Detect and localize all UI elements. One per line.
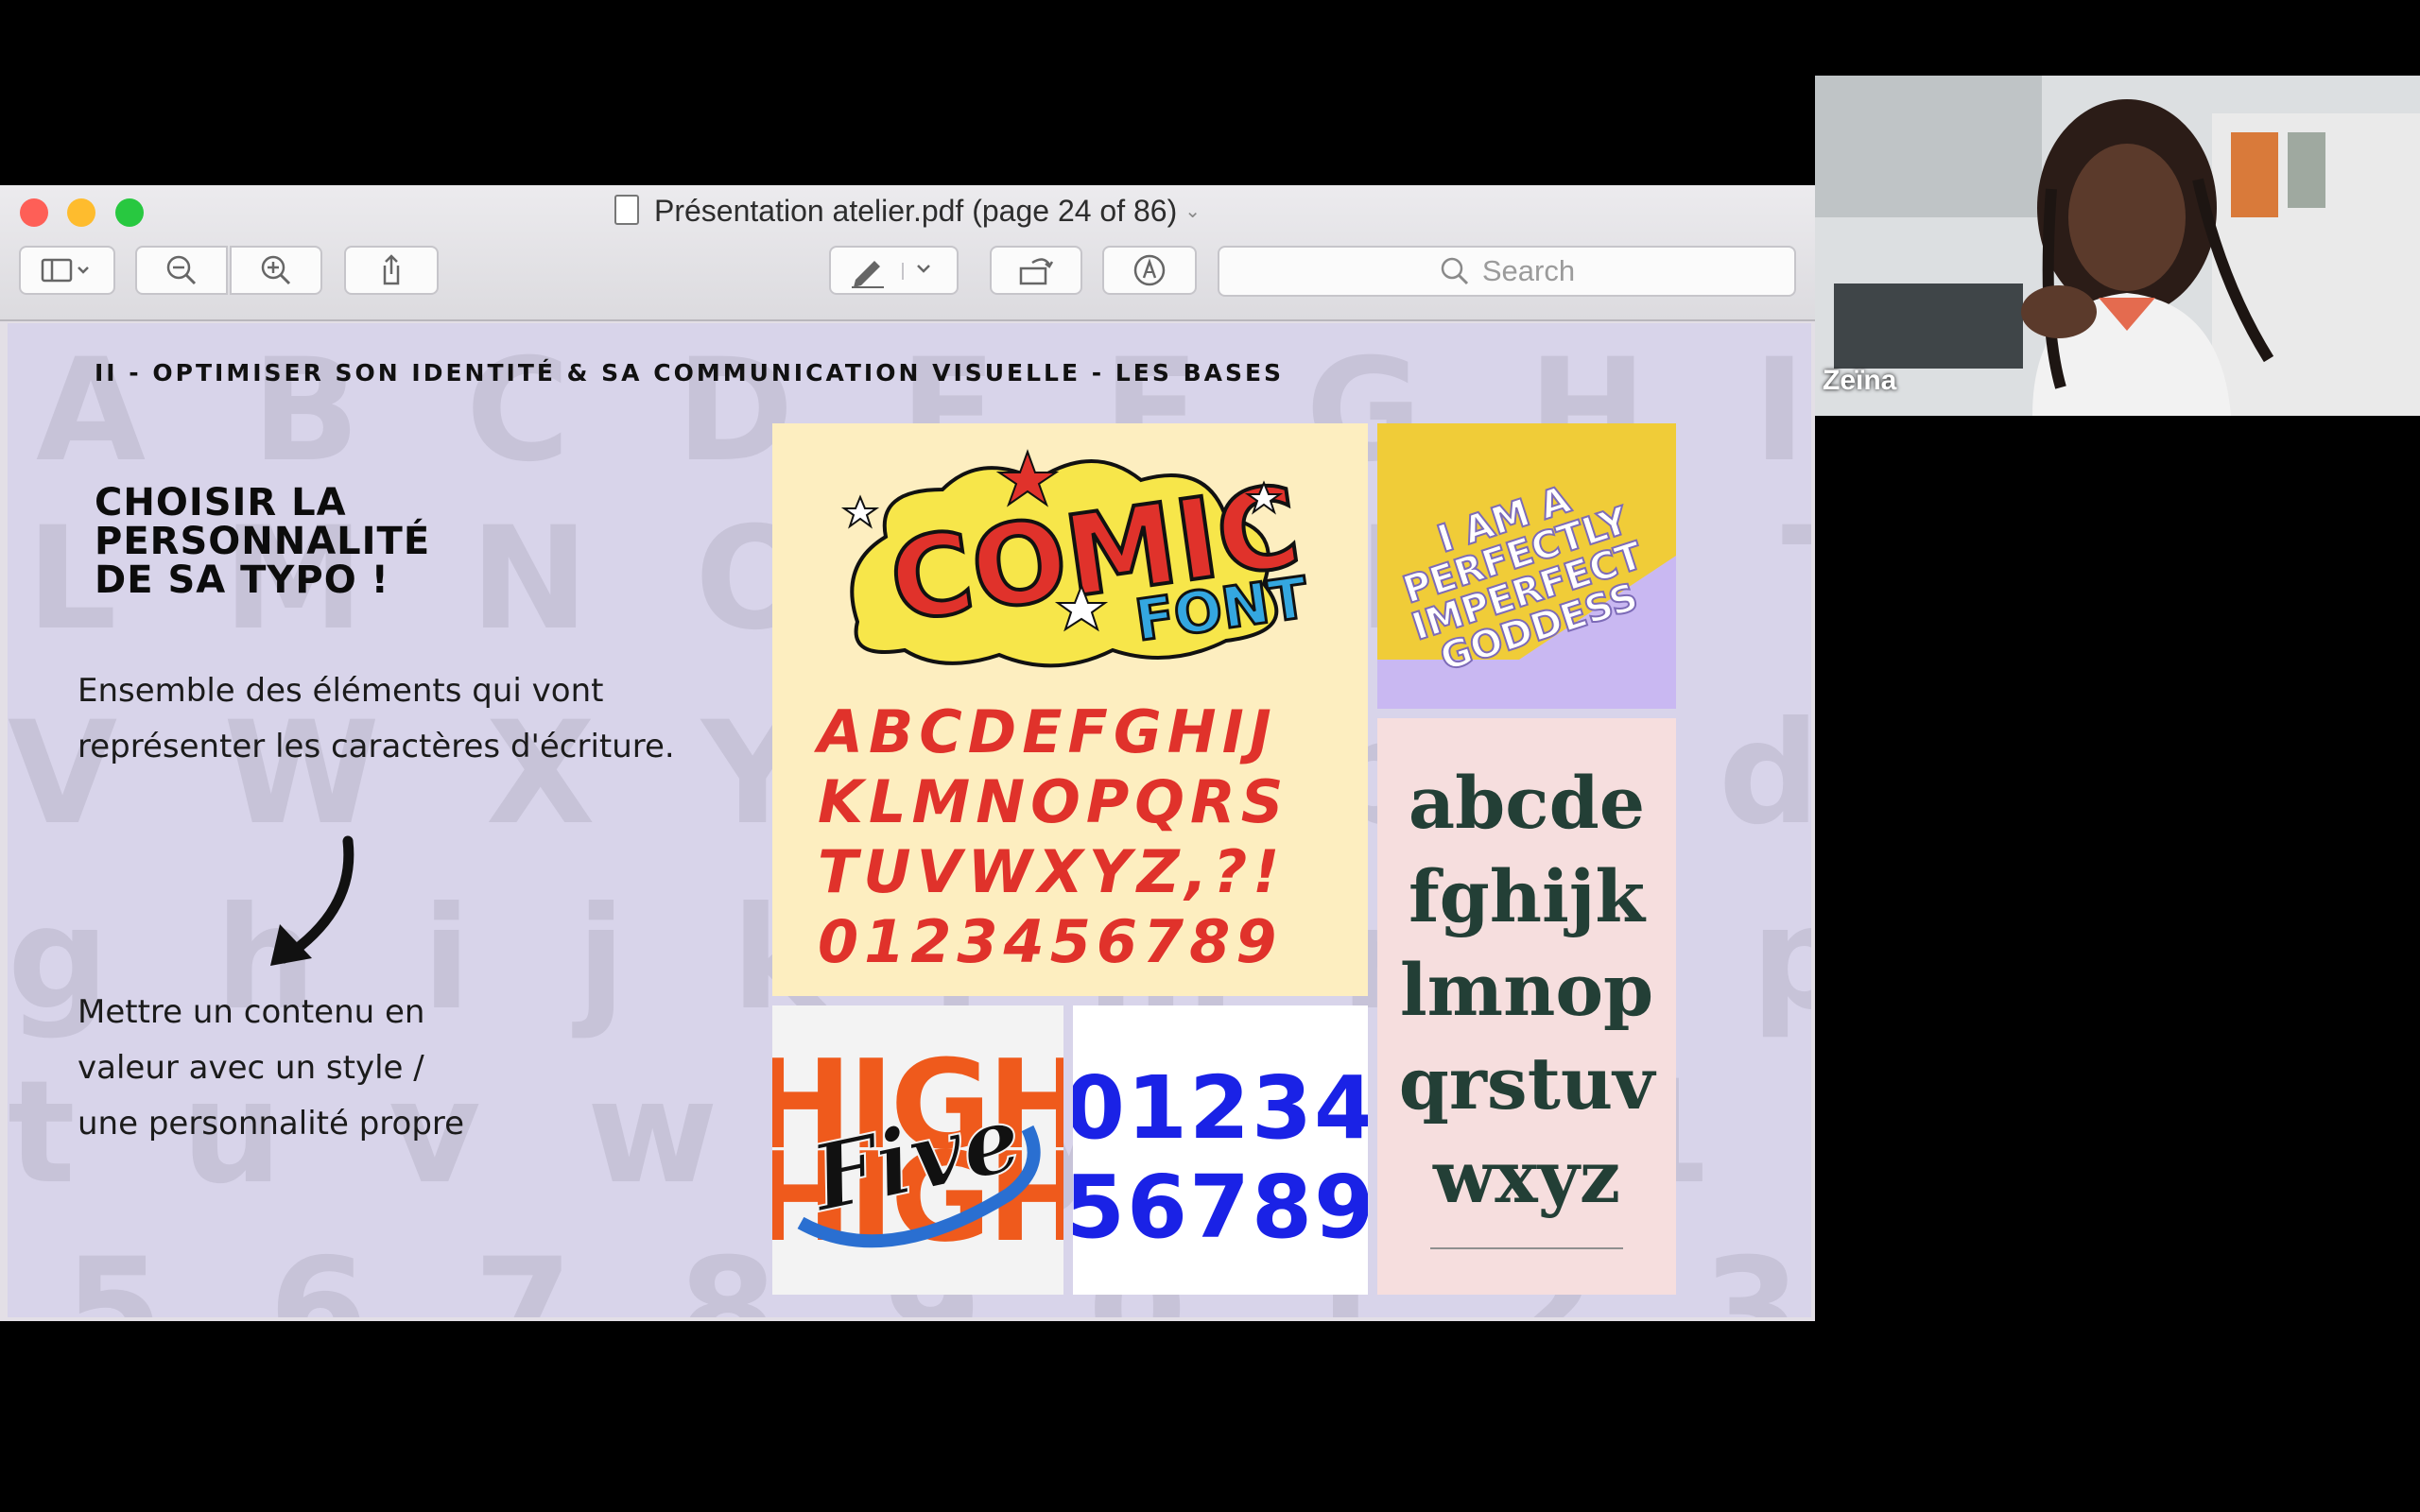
title-bar: Présentation atelier.pdf (page 24 of 86)… <box>0 185 1815 321</box>
numbers-graphic: 01234 56789 <box>1073 1057 1368 1258</box>
zoom-out-button[interactable] <box>135 246 228 295</box>
sidebar-icon <box>41 258 89 283</box>
pdf-page[interactable]: A B C D E F G H I J K L M N O P Q R S T … <box>8 323 1811 1317</box>
numbers-card: 01234 56789 <box>1073 1005 1368 1295</box>
comic-alphabet: ABCDEFGHIJ KLMNOPQRS TUVWXYZ,?! 01234567… <box>818 697 1347 977</box>
comic-letters-row: 0123456789 <box>818 907 1283 976</box>
alphabet-footer-rule <box>1430 1247 1623 1255</box>
comic-burst-graphic: COMIC FONT <box>840 449 1313 668</box>
window-title: Présentation atelier.pdf (page 24 of 86) <box>653 194 1178 228</box>
comic-letters-row: TUVWXYZ,?! <box>818 837 1286 906</box>
high-five-card: HIGH HIGH Five <box>772 1005 1063 1295</box>
zoom-in-icon <box>261 255 291 285</box>
annotate-button[interactable] <box>1102 246 1197 295</box>
slide-title-line: DE SA TYPO ! <box>95 558 389 602</box>
pen-icon <box>851 261 930 288</box>
rotate-button[interactable] <box>990 246 1082 295</box>
serif-alphabet: abcde fghijk lmnop qrstuv wxyz <box>1377 756 1676 1224</box>
markup-circle-icon <box>1133 254 1166 286</box>
high-five-graphic: HIGH HIGH Five <box>772 1033 1063 1269</box>
description-text-2: Mettre un contenu en valeur avec un styl… <box>78 993 465 1143</box>
comic-letters-row: KLMNOPQRS <box>818 767 1289 836</box>
slide-title-line: CHOISIR LA <box>95 481 347 524</box>
alphabet-line: abcde <box>1408 761 1646 845</box>
description-text: Ensemble des éléments qui vont représent… <box>78 672 675 765</box>
share-icon <box>383 254 400 285</box>
alphabet-line: lmnop <box>1399 948 1654 1032</box>
participant-video-image <box>1815 76 2420 416</box>
zoom-in-button[interactable] <box>230 246 322 295</box>
search-icon <box>1441 257 1468 285</box>
alphabet-line: qrstuv <box>1398 1041 1655 1125</box>
slide-title-line: PERSONNALITÉ <box>95 520 431 563</box>
comic-letters-row: ABCDEFGHIJ <box>818 697 1277 766</box>
arrow-down-left-icon <box>270 835 354 966</box>
share-button[interactable] <box>344 246 439 295</box>
search-input[interactable]: Search <box>1218 246 1796 297</box>
window-title-area[interactable]: Présentation atelier.pdf (page 24 of 86)… <box>0 194 1815 229</box>
serif-alphabet-card: abcde fghijk lmnop qrstuv wxyz <box>1377 718 1676 1295</box>
comic-font-card: COMIC FONT ABCDEFGHIJ KLMNOPQRS TUVWXYZ,… <box>772 423 1368 996</box>
alphabet-line: wxyz <box>1432 1135 1621 1219</box>
participant-video-tile[interactable]: Zeïna <box>1815 76 2420 416</box>
markup-pen-button[interactable] <box>829 246 959 295</box>
slide-heading: II - OPTIMISER SON IDENTITÉ & SA COMMUNI… <box>95 359 1285 387</box>
search-placeholder: Search <box>1481 254 1576 287</box>
alphabet-line: fghijk <box>1408 854 1646 938</box>
goddess-typography-card: I AM A PERFECTLY IMPERFECT GODDESS <box>1377 423 1676 709</box>
rotate-icon <box>1019 258 1054 285</box>
numbers-row: 01234 <box>1073 1057 1368 1159</box>
chevron-down-icon[interactable]: ⌄ <box>1184 201 1201 222</box>
preview-window: Présentation atelier.pdf (page 24 of 86)… <box>0 185 1815 1321</box>
sidebar-toggle-button[interactable] <box>19 246 115 295</box>
numbers-row: 56789 <box>1073 1157 1368 1258</box>
participant-name-label: Zeïna <box>1823 365 1897 396</box>
slide-title: CHOISIR LA PERSONNALITÉ DE SA TYPO ! <box>95 484 624 600</box>
pdf-document-icon <box>614 195 639 225</box>
goddess-graphic: I AM A PERFECTLY IMPERFECT GODDESS <box>1377 477 1676 709</box>
zoom-out-icon <box>166 255 197 285</box>
